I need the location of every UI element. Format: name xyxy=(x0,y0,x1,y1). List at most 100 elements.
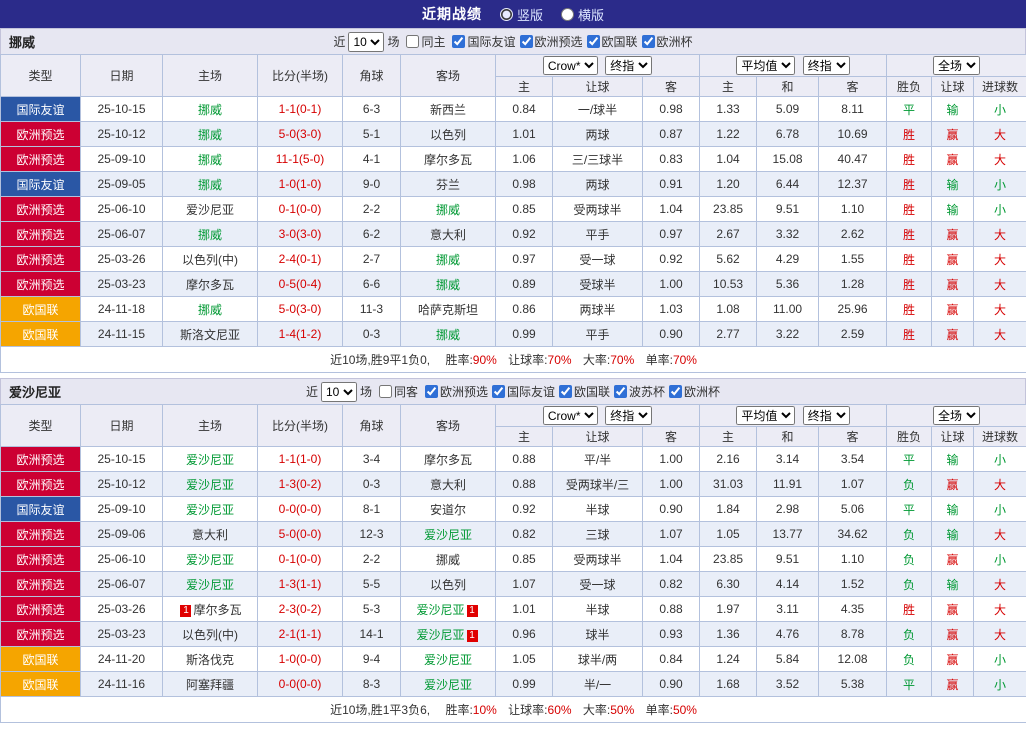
corner-count: 5-1 xyxy=(342,121,401,147)
col-goals: 进球数 xyxy=(973,426,1026,447)
match-type-badge: 欧洲预选 xyxy=(0,271,81,297)
final-odds-select[interactable]: 终指 xyxy=(605,56,653,75)
competition-checkbox[interactable]: 波苏杯 xyxy=(610,383,665,400)
handicap-line: 受两球半/三 xyxy=(552,471,643,497)
scope-select[interactable]: 全场 xyxy=(933,406,981,425)
match-date: 24-11-18 xyxy=(80,296,163,322)
same-venue-checkbox[interactable]: 同主 xyxy=(402,33,445,50)
competition-checkbox[interactable]: 国际友谊 xyxy=(448,33,516,50)
avg-away-odds: 12.37 xyxy=(818,171,888,197)
home-odds: 0.89 xyxy=(495,271,553,297)
avg-home-odds: 1.97 xyxy=(699,596,758,622)
away-odds: 0.91 xyxy=(641,171,701,197)
home-team: 挪威 xyxy=(162,296,258,322)
match-type-badge: 欧洲预选 xyxy=(0,521,81,547)
competition-checkbox-input[interactable] xyxy=(586,34,600,48)
competition-checkbox-input[interactable] xyxy=(424,384,438,398)
view-mode-radio-vertical[interactable]: 竖版 xyxy=(499,5,543,24)
away-team: 意大利 xyxy=(400,471,496,497)
match-type-badge: 欧洲预选 xyxy=(0,621,81,647)
view-mode-radio-vertical-input[interactable] xyxy=(499,7,513,21)
handicap-line: 三/三球半 xyxy=(552,146,643,172)
handicap-line: 两球半 xyxy=(552,296,643,322)
away-team: 挪威 xyxy=(400,321,496,347)
handicap-line: 半球 xyxy=(552,596,643,622)
result-cell: 胜 xyxy=(886,171,933,197)
competition-checkbox-input[interactable] xyxy=(452,34,466,48)
avg-away-odds: 1.10 xyxy=(818,546,888,572)
home-odds: 0.99 xyxy=(495,671,553,697)
competition-checkbox[interactable]: 欧洲杯 xyxy=(665,383,720,400)
same-venue-checkbox[interactable]: 同客 xyxy=(375,383,418,400)
scope-select[interactable]: 全场 xyxy=(933,56,981,75)
competition-checkbox-input[interactable] xyxy=(519,34,533,48)
average-select[interactable]: 平均值 xyxy=(736,406,796,425)
competition-checkbox-input[interactable] xyxy=(641,34,655,48)
average-select[interactable]: 平均值 xyxy=(736,56,796,75)
match-date: 25-03-23 xyxy=(80,271,163,297)
home-odds: 0.88 xyxy=(495,471,553,497)
odds-source-select[interactable]: Crow* xyxy=(542,406,598,425)
final-odds-select-2[interactable]: 终指 xyxy=(802,406,850,425)
same-venue-checkbox-input[interactable] xyxy=(378,385,392,398)
handicap-result-cell: 赢 xyxy=(931,121,975,147)
away-odds: 0.92 xyxy=(641,246,701,272)
match-row: 国际友谊 25-10-15 挪威 1-1(0-1) 6-3 新西兰 0.84 一/球半 0.98… xyxy=(0,96,1026,122)
match-score: 1-4(1-2) xyxy=(257,321,343,347)
away-odds: 1.00 xyxy=(641,471,701,497)
col-home: 主场 xyxy=(162,404,258,447)
competition-checkbox-input[interactable] xyxy=(614,384,628,398)
home-team: 挪威 xyxy=(162,221,258,247)
home-odds: 0.88 xyxy=(495,446,553,472)
away-odds: 0.90 xyxy=(641,671,701,697)
final-odds-select[interactable]: 终指 xyxy=(605,406,653,425)
competition-checkbox-input[interactable] xyxy=(559,384,573,398)
match-date: 25-06-07 xyxy=(80,221,163,247)
home-odds: 1.01 xyxy=(495,121,553,147)
section-header: 挪威 近 10 场 同主 国际友谊 欧洲预选 欧国联 欧洲杯 xyxy=(0,28,1026,54)
summary-stat-label: 让球率: xyxy=(508,353,548,367)
page-title: 近期战绩 xyxy=(421,6,482,22)
match-type-badge: 欧洲预选 xyxy=(0,596,81,622)
handicap-result-cell: 赢 xyxy=(931,321,975,347)
view-mode-radio-horizontal[interactable]: 横版 xyxy=(561,5,604,24)
odds-source-select[interactable]: Crow* xyxy=(542,56,598,75)
result-cell: 负 xyxy=(886,471,933,497)
handicap-result-cell: 赢 xyxy=(931,546,975,572)
avg-home-odds: 10.53 xyxy=(699,271,758,297)
away-odds: 1.00 xyxy=(641,446,701,472)
team-name: 挪威 xyxy=(9,35,36,50)
avg-home-odds: 6.30 xyxy=(699,571,758,597)
competition-checkbox[interactable]: 国际友谊 xyxy=(488,383,555,400)
goals-cell: 小 xyxy=(973,196,1026,222)
recent-count-select[interactable]: 10 xyxy=(348,31,385,52)
home-odds: 1.05 xyxy=(495,646,553,672)
match-score: 2-3(0-2) xyxy=(257,596,343,622)
final-odds-select-2[interactable]: 终指 xyxy=(802,56,850,75)
competition-checkbox[interactable]: 欧洲预选 xyxy=(421,383,488,400)
corner-count: 8-1 xyxy=(342,496,401,522)
match-date: 25-03-26 xyxy=(80,246,163,272)
table-head: 类型 日期 主场 比分(半场) 角球 客场 Crow* 终指 平均值 终指 全场 xyxy=(0,404,1026,447)
handicap-result-cell: 输 xyxy=(931,96,975,122)
recent-count-select[interactable]: 10 xyxy=(320,381,357,402)
filter-bar: 近 10 场 同主 国际友谊 欧洲预选 欧国联 欧洲杯 xyxy=(333,31,693,52)
competition-checkbox-input[interactable] xyxy=(669,384,683,398)
competition-checkbox-input[interactable] xyxy=(492,384,505,398)
competition-checkbox[interactable]: 欧洲杯 xyxy=(638,33,693,50)
handicap-result-cell: 赢 xyxy=(931,296,975,322)
avg-draw-odds: 3.11 xyxy=(756,596,820,622)
summary-stat-label: 胜率: xyxy=(445,353,473,367)
competition-checkbox[interactable]: 欧国联 xyxy=(583,33,638,50)
competition-checkbox[interactable]: 欧洲预选 xyxy=(516,33,583,50)
handicap-result-cell: 赢 xyxy=(931,146,975,172)
view-mode-radio-horizontal-input[interactable] xyxy=(561,7,574,21)
away-odds: 0.82 xyxy=(641,571,701,597)
match-date: 25-03-26 xyxy=(80,596,163,622)
competition-label: 欧国联 xyxy=(601,34,638,49)
competition-checkbox[interactable]: 欧国联 xyxy=(555,383,610,400)
home-team: 挪威 xyxy=(162,96,258,122)
avg-away-odds: 4.35 xyxy=(818,596,888,622)
goals-cell: 大 xyxy=(973,621,1026,647)
same-venue-checkbox-input[interactable] xyxy=(406,35,420,48)
